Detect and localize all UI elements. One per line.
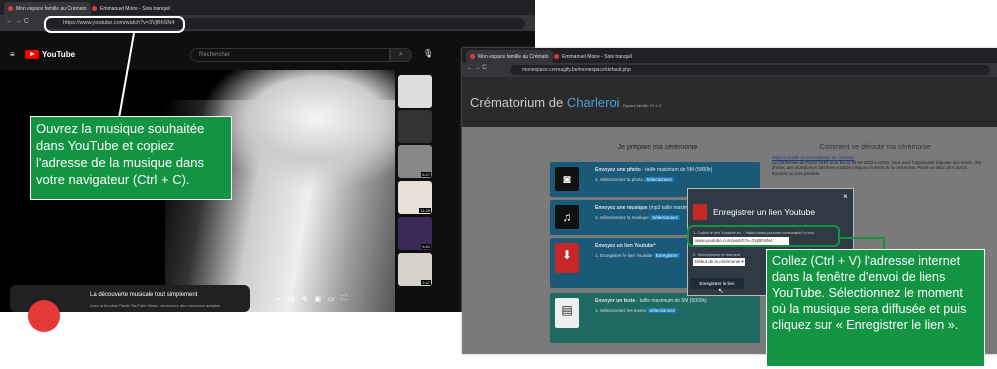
thumbnail[interactable]: 5:27: [398, 145, 432, 178]
upload-block-text: ▤ Envoyer un texte - taille maximum de 5…: [550, 293, 760, 343]
site-subtitle: Espace famille V1.1.5: [622, 103, 662, 108]
select-text-button[interactable]: Sélectionnez: [647, 308, 678, 313]
music-icon: ♫: [555, 205, 579, 229]
browser-tab-2[interactable]: Emmanuel Moire - Sois tranquil: [550, 50, 636, 63]
youtube-music-logo-icon: [28, 300, 60, 332]
youtube-logo[interactable]: YouTube: [25, 50, 75, 59]
settings-gear-icon[interactable]: ✲: [302, 295, 308, 303]
browser-tab-1[interactable]: Mon espace famille au Crémato: [4, 2, 91, 15]
duration-badge: 2:47: [421, 280, 431, 285]
browser-tab-2[interactable]: Emmanuel Moire - Sois tranquil: [88, 2, 174, 15]
tab-label: Mon espace famille au Crémato: [16, 5, 87, 12]
search-icon[interactable]: ⌕: [390, 48, 412, 62]
mic-icon[interactable]: 🎙: [423, 49, 433, 58]
miniplayer-icon[interactable]: ▣: [314, 295, 321, 303]
callout-copy-url: Ouvrez la musique souhaitée dans YouTube…: [30, 116, 232, 200]
thumbnail[interactable]: 2:47: [398, 253, 432, 286]
site-title: Crématorium de Charleroi Espace famille V…: [470, 95, 661, 110]
fullscreen-icon[interactable]: ⛶: [342, 295, 347, 303]
moment-select-value: Début de la cérémonie: [695, 259, 741, 264]
close-icon[interactable]: ×: [843, 192, 848, 201]
thumbnail[interactable]: 6:41: [398, 217, 432, 250]
block-line: 1. Sélectionnez la musique Sélectionnez: [595, 215, 680, 220]
save-link-button[interactable]: Enregistrer le lien: [690, 278, 744, 289]
promo-subtitle: Avec la fonction Radio YouTube Music, dé…: [90, 303, 221, 308]
block-step: 1. Sélectionnez les textes: [595, 308, 647, 313]
block-title-rest: *: [653, 243, 656, 249]
browser-tab-1[interactable]: Mon espace famille au Crémato: [466, 50, 553, 63]
input-highlight: [687, 225, 840, 247]
url-field[interactable]: monespace.cremagify.be/monespace/default…: [510, 65, 990, 75]
block-title: Envoyer un texte - taille maximum de 5M …: [595, 298, 707, 304]
captions-icon[interactable]: ▤: [288, 295, 295, 303]
logo-text: YouTube: [42, 50, 76, 59]
thumbnail[interactable]: [398, 110, 432, 143]
camera-icon: ◙: [555, 167, 579, 191]
tab-favicon-icon: [8, 6, 13, 11]
promo-title: La découverte musicale tout simplement: [90, 292, 198, 298]
block-title-bold: Envoyez un lien Youtube: [595, 243, 654, 249]
player-controls: ⊸ ▤ ✲ ▣ ▭ ⛶: [275, 295, 347, 303]
block-step: 1. Sélectionnez la musique: [595, 215, 649, 220]
block-title-bold: Envoyer un texte: [595, 298, 636, 304]
youtube-download-icon: [693, 204, 707, 220]
block-line: 1. Enregistrer le lien Youtube Enregistr…: [595, 253, 680, 258]
column-header-ceremony: Comment se déroule ma cérémonie: [819, 144, 931, 151]
block-title-rest: - taille maximum de 5M (5000k): [640, 167, 713, 173]
tab-favicon-icon: [470, 54, 475, 59]
block-step: 1. Enregistrer le lien Youtube: [595, 253, 653, 258]
autoplay-toggle-icon[interactable]: ⊸: [275, 295, 281, 303]
site-title-text: Crématorium de: [470, 95, 564, 110]
moment-select[interactable]: Début de la cérémonie ▾: [693, 258, 745, 266]
tab-favicon-icon: [554, 54, 559, 59]
tab-label: Mon espace famille au Crémato: [478, 53, 549, 60]
block-title: Envoyez une photo - taille maximum de 5M…: [595, 167, 712, 173]
modal-title: Enregistrer un lien Youtube: [713, 207, 816, 217]
info-body: La Cérémonie de Potest TEST aura lieu le…: [772, 160, 982, 176]
callout-leader-line: [840, 237, 885, 239]
cursor-icon: ↖: [718, 288, 724, 295]
block-title-rest: - taille maximum de 5M (5000k): [635, 298, 707, 304]
duration-badge: 11:25: [419, 208, 431, 213]
url-highlight: [44, 16, 185, 33]
save-youtube-button[interactable]: Enregistrer: [653, 253, 680, 258]
block-step: 1. Sélectionnez la photo: [595, 177, 644, 182]
select-photo-button[interactable]: Sélectionnez: [644, 177, 675, 182]
block-line: 1. Sélectionnez les textes Sélectionnez: [595, 308, 678, 313]
search-input[interactable]: Rechercher: [190, 48, 390, 62]
youtube-play-icon: [25, 50, 39, 59]
menu-icon[interactable]: ≡: [10, 50, 15, 59]
ceremony-info: Espace famille du Crématorium de Charler…: [772, 155, 982, 176]
tab-label: Emmanuel Moire - Sois tranquil: [562, 53, 632, 60]
duration-badge: 6:41: [421, 244, 431, 249]
nav-arrows-icon[interactable]: ← → C: [6, 18, 29, 25]
document-icon: ▤: [555, 298, 579, 328]
thumbnail[interactable]: 11:25: [398, 181, 432, 214]
block-line: 1. Sélectionnez la photo Sélectionnez: [595, 177, 675, 182]
select-music-button[interactable]: Sélectionnez: [650, 215, 680, 220]
site-title-city: Charleroi: [566, 95, 620, 110]
block-title-bold: Envoyez une musique: [595, 205, 648, 211]
thumbnail[interactable]: [398, 75, 432, 108]
tab-label: Emmanuel Moire - Sois tranquil: [100, 5, 170, 12]
block-title: Envoyez un lien Youtube*: [595, 243, 656, 249]
tab-favicon-icon: [92, 6, 97, 11]
column-header-prepare: Je prépare ma cérémonie: [617, 144, 698, 151]
theater-icon[interactable]: ▭: [328, 295, 335, 303]
duration-badge: 5:27: [421, 172, 431, 177]
modal-step2-label: 2. Sélectionnez le moment: [693, 252, 741, 257]
callout-paste-url: Collez (Ctrl + V) l'adresse internet dan…: [766, 249, 985, 367]
youtube-icon: ⬇: [555, 243, 579, 273]
nav-arrows-icon[interactable]: ← → C: [467, 65, 487, 71]
block-title-bold: Envoyez une photo: [595, 167, 641, 173]
